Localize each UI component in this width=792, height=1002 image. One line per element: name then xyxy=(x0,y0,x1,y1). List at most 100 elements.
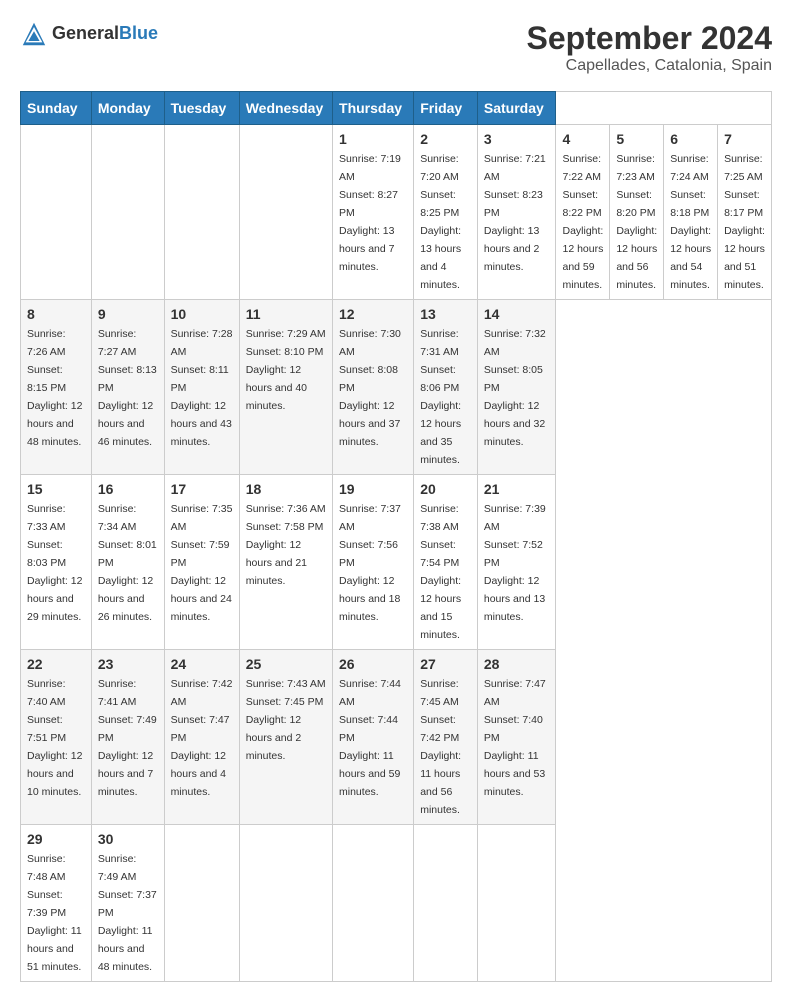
day-number: 3 xyxy=(484,131,550,147)
day-number: 14 xyxy=(484,306,550,322)
calendar-week-2: 8 Sunrise: 7:26 AMSunset: 8:15 PMDaylight… xyxy=(21,300,772,475)
day-number: 22 xyxy=(27,656,85,672)
calendar-header-wednesday: Wednesday xyxy=(239,92,332,125)
logo-blue: Blue xyxy=(119,24,158,44)
calendar-day-23: 23Sunrise: 7:41 AMSunset: 7:49 PMDayligh… xyxy=(91,650,164,825)
calendar-day-25: 25Sunrise: 7:43 AMSunset: 7:45 PMDayligh… xyxy=(239,650,332,825)
day-number: 17 xyxy=(171,481,233,497)
day-info: Sunrise: 7:29 AMSunset: 8:10 PMDaylight:… xyxy=(246,328,326,412)
day-number: 11 xyxy=(246,306,326,322)
day-number: 19 xyxy=(339,481,407,497)
day-number: 29 xyxy=(27,831,85,847)
calendar-header-tuesday: Tuesday xyxy=(164,92,239,125)
calendar-day-4: 4Sunrise: 7:22 AMSunset: 8:22 PMDaylight… xyxy=(556,125,610,300)
day-number: 23 xyxy=(98,656,158,672)
calendar-empty-cell xyxy=(239,825,332,982)
logo-text: General Blue xyxy=(52,24,158,44)
day-info: Sunrise: 7:32 AMSunset: 8:05 PMDaylight:… xyxy=(484,328,546,448)
calendar-empty-cell xyxy=(477,825,556,982)
calendar-day-24: 24 Sunrise: 7:42 AMSunset: 7:47 PMDayligh… xyxy=(164,650,239,825)
day-info: Sunrise: 7:20 AMSunset: 8:25 PMDaylight:… xyxy=(420,153,461,291)
calendar-empty-cell xyxy=(333,825,414,982)
calendar-day-27: 27 Sunrise: 7:45 AMSunset: 7:42 PMDayligh… xyxy=(414,650,478,825)
day-info: Sunrise: 7:45 AMSunset: 7:42 PMDaylight:… xyxy=(420,678,461,816)
header: General Blue September 2024 Capellades, … xyxy=(20,20,772,75)
calendar-day-10: 10Sunrise: 7:28 AMSunset: 8:11 PMDayligh… xyxy=(164,300,239,475)
day-info: Sunrise: 7:37 AMSunset: 7:56 PMDaylight:… xyxy=(339,503,401,623)
calendar-header-friday: Friday xyxy=(414,92,478,125)
day-number: 7 xyxy=(724,131,765,147)
calendar-empty-cell xyxy=(21,125,92,300)
calendar-empty-cell xyxy=(239,125,332,300)
day-info: Sunrise: 7:42 AMSunset: 7:47 PMDaylight:… xyxy=(171,678,233,798)
day-number: 25 xyxy=(246,656,326,672)
calendar-day-14: 14 Sunrise: 7:32 AMSunset: 8:05 PMDayligh… xyxy=(477,300,556,475)
logo-icon xyxy=(20,20,48,48)
day-info: Sunrise: 7:48 AMSunset: 7:39 PMDaylight:… xyxy=(27,853,82,973)
calendar-day-29: 29 Sunrise: 7:48 AMSunset: 7:39 PMDayligh… xyxy=(21,825,92,982)
page-title: September 2024 xyxy=(527,20,772,57)
day-number: 24 xyxy=(171,656,233,672)
calendar-day-20: 20Sunrise: 7:38 AMSunset: 7:54 PMDayligh… xyxy=(414,475,478,650)
day-info: Sunrise: 7:26 AMSunset: 8:15 PMDaylight:… xyxy=(27,328,82,448)
day-number: 28 xyxy=(484,656,550,672)
day-number: 6 xyxy=(670,131,711,147)
calendar: SundayMondayTuesdayWednesdayThursdayFrid… xyxy=(20,91,772,982)
day-info: Sunrise: 7:33 AMSunset: 8:03 PMDaylight:… xyxy=(27,503,82,623)
day-info: Sunrise: 7:40 AMSunset: 7:51 PMDaylight:… xyxy=(27,678,82,798)
day-info: Sunrise: 7:31 AMSunset: 8:06 PMDaylight:… xyxy=(420,328,461,466)
day-info: Sunrise: 7:39 AMSunset: 7:52 PMDaylight:… xyxy=(484,503,546,623)
day-info: Sunrise: 7:28 AMSunset: 8:11 PMDaylight:… xyxy=(171,328,233,448)
calendar-week-1: 1Sunrise: 7:19 AMSunset: 8:27 PMDaylight… xyxy=(21,125,772,300)
day-number: 16 xyxy=(98,481,158,497)
logo: General Blue xyxy=(20,20,158,48)
calendar-header-sunday: Sunday xyxy=(21,92,92,125)
calendar-day-19: 19 Sunrise: 7:37 AMSunset: 7:56 PMDayligh… xyxy=(333,475,414,650)
calendar-empty-cell xyxy=(91,125,164,300)
calendar-day-3: 3Sunrise: 7:21 AMSunset: 8:23 PMDaylight… xyxy=(477,125,556,300)
day-info: Sunrise: 7:47 AMSunset: 7:40 PMDaylight:… xyxy=(484,678,546,798)
calendar-day-8: 8 Sunrise: 7:26 AMSunset: 8:15 PMDaylight… xyxy=(21,300,92,475)
day-number: 21 xyxy=(484,481,550,497)
calendar-day-30: 30 Sunrise: 7:49 AMSunset: 7:37 PMDayligh… xyxy=(91,825,164,982)
day-info: Sunrise: 7:25 AMSunset: 8:17 PMDaylight:… xyxy=(724,153,765,291)
calendar-day-2: 2 Sunrise: 7:20 AMSunset: 8:25 PMDaylight… xyxy=(414,125,478,300)
day-number: 12 xyxy=(339,306,407,322)
calendar-day-22: 22 Sunrise: 7:40 AMSunset: 7:51 PMDayligh… xyxy=(21,650,92,825)
calendar-week-4: 22 Sunrise: 7:40 AMSunset: 7:51 PMDayligh… xyxy=(21,650,772,825)
calendar-header-row: SundayMondayTuesdayWednesdayThursdayFrid… xyxy=(21,92,772,125)
calendar-day-21: 21 Sunrise: 7:39 AMSunset: 7:52 PMDayligh… xyxy=(477,475,556,650)
day-number: 2 xyxy=(420,131,471,147)
calendar-day-15: 15 Sunrise: 7:33 AMSunset: 8:03 PMDayligh… xyxy=(21,475,92,650)
day-info: Sunrise: 7:34 AMSunset: 8:01 PMDaylight:… xyxy=(98,503,157,623)
calendar-day-16: 16 Sunrise: 7:34 AMSunset: 8:01 PMDayligh… xyxy=(91,475,164,650)
title-area: September 2024 Capellades, Catalonia, Sp… xyxy=(527,20,772,75)
day-number: 5 xyxy=(616,131,657,147)
calendar-day-6: 6 Sunrise: 7:24 AMSunset: 8:18 PMDaylight… xyxy=(664,125,718,300)
day-info: Sunrise: 7:27 AMSunset: 8:13 PMDaylight:… xyxy=(98,328,157,448)
calendar-day-17: 17 Sunrise: 7:35 AMSunset: 7:59 PMDayligh… xyxy=(164,475,239,650)
logo-general: General xyxy=(52,24,119,44)
day-number: 30 xyxy=(98,831,158,847)
page-subtitle: Capellades, Catalonia, Spain xyxy=(527,57,772,75)
day-info: Sunrise: 7:44 AMSunset: 7:44 PMDaylight:… xyxy=(339,678,401,798)
day-number: 15 xyxy=(27,481,85,497)
day-number: 18 xyxy=(246,481,326,497)
day-info: Sunrise: 7:30 AMSunset: 8:08 PMDaylight:… xyxy=(339,328,401,448)
day-info: Sunrise: 7:24 AMSunset: 8:18 PMDaylight:… xyxy=(670,153,711,291)
calendar-header-saturday: Saturday xyxy=(477,92,556,125)
day-number: 8 xyxy=(27,306,85,322)
day-info: Sunrise: 7:35 AMSunset: 7:59 PMDaylight:… xyxy=(171,503,233,623)
calendar-day-5: 5 Sunrise: 7:23 AMSunset: 8:20 PMDaylight… xyxy=(610,125,664,300)
calendar-day-1: 1Sunrise: 7:19 AMSunset: 8:27 PMDaylight… xyxy=(333,125,414,300)
calendar-empty-cell xyxy=(164,825,239,982)
calendar-week-5: 29 Sunrise: 7:48 AMSunset: 7:39 PMDayligh… xyxy=(21,825,772,982)
calendar-day-11: 11 Sunrise: 7:29 AMSunset: 8:10 PMDayligh… xyxy=(239,300,332,475)
calendar-day-13: 13Sunrise: 7:31 AMSunset: 8:06 PMDayligh… xyxy=(414,300,478,475)
day-number: 27 xyxy=(420,656,471,672)
calendar-day-18: 18Sunrise: 7:36 AMSunset: 7:58 PMDayligh… xyxy=(239,475,332,650)
day-number: 20 xyxy=(420,481,471,497)
calendar-empty-cell xyxy=(414,825,478,982)
day-info: Sunrise: 7:49 AMSunset: 7:37 PMDaylight:… xyxy=(98,853,157,973)
day-info: Sunrise: 7:23 AMSunset: 8:20 PMDaylight:… xyxy=(616,153,657,291)
